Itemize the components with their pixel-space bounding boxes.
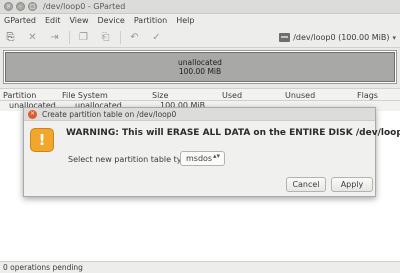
chevron-down-icon: ▾ — [392, 33, 396, 42]
menu-help[interactable]: Help — [176, 16, 194, 25]
copy-icon[interactable]: ❐ — [76, 30, 91, 45]
resize-move-icon[interactable]: ⇥ — [47, 30, 62, 45]
spin-arrows-icon: ▴▾ — [212, 152, 220, 160]
partition-graph[interactable]: unallocated 100.00 MiB — [3, 50, 397, 84]
apply-button[interactable]: Apply — [331, 177, 373, 192]
menu-partition[interactable]: Partition — [134, 16, 167, 25]
menu-device[interactable]: Device — [97, 16, 124, 25]
column-unused[interactable]: Unused — [285, 91, 315, 100]
window-controls: × – □ — [0, 2, 37, 11]
toolbar-separator — [69, 30, 70, 44]
column-flags[interactable]: Flags — [357, 91, 378, 100]
unallocated-block[interactable]: unallocated 100.00 MiB — [5, 52, 395, 82]
window-maximize-icon[interactable]: □ — [28, 2, 37, 11]
column-partition[interactable]: Partition — [3, 91, 36, 100]
graph-block-label: unallocated — [178, 58, 222, 67]
new-partition-icon[interactable]: ⎘ — [3, 30, 18, 45]
disk-icon — [279, 33, 291, 42]
menubar: GParted Edit View Device Partition Help — [0, 14, 400, 27]
window-titlebar: × – □ /dev/loop0 - GParted — [0, 0, 400, 14]
partition-table-header: Partition File System Size Used Unused F… — [0, 88, 400, 101]
dialog-titlebar: × Create partition table on /dev/loop0 — [24, 108, 375, 121]
paste-icon[interactable]: ⎗ — [98, 30, 113, 45]
warning-icon: ! — [30, 128, 54, 152]
graph-block-size: 100.00 MiB — [178, 67, 222, 76]
status-bar: 0 operations pending — [0, 261, 400, 273]
toolbar: ⎘ ✕ ⇥ ❐ ⎗ ↶ ✓ /dev/loop0 (100.00 MiB) ▾ — [0, 27, 400, 48]
window-title: /dev/loop0 - GParted — [43, 2, 126, 11]
toolbar-separator — [120, 30, 121, 44]
device-selector-label: /dev/loop0 (100.00 MiB) — [293, 33, 390, 42]
create-partition-table-dialog: × Create partition table on /dev/loop0 !… — [23, 107, 400, 197]
window-close-icon[interactable]: × — [4, 2, 13, 11]
column-size[interactable]: Size — [152, 91, 168, 100]
partition-table-type-value: msdos — [186, 154, 213, 163]
pending-operations: 0 operations pending — [3, 263, 83, 272]
device-selector[interactable]: /dev/loop0 (100.00 MiB) ▾ — [279, 30, 396, 45]
cancel-button[interactable]: Cancel — [286, 177, 326, 192]
column-used[interactable]: Used — [222, 91, 242, 100]
column-filesystem[interactable]: File System — [62, 91, 108, 100]
window-minimize-icon[interactable]: – — [16, 2, 25, 11]
menu-gparted[interactable]: GParted — [4, 16, 36, 25]
undo-icon[interactable]: ↶ — [127, 30, 142, 45]
menu-view[interactable]: View — [70, 16, 89, 25]
menu-edit[interactable]: Edit — [45, 16, 61, 25]
warning-message: WARNING: This will ERASE ALL DATA on the… — [66, 128, 400, 138]
apply-all-icon[interactable]: ✓ — [149, 30, 164, 45]
delete-partition-icon[interactable]: ✕ — [25, 30, 40, 45]
close-icon[interactable]: × — [28, 109, 37, 119]
dialog-title: Create partition table on /dev/loop0 — [42, 109, 177, 119]
partition-table-type-select[interactable]: msdos ▴▾ — [180, 151, 225, 166]
partition-table-type-label: Select new partition table type: — [68, 155, 195, 164]
